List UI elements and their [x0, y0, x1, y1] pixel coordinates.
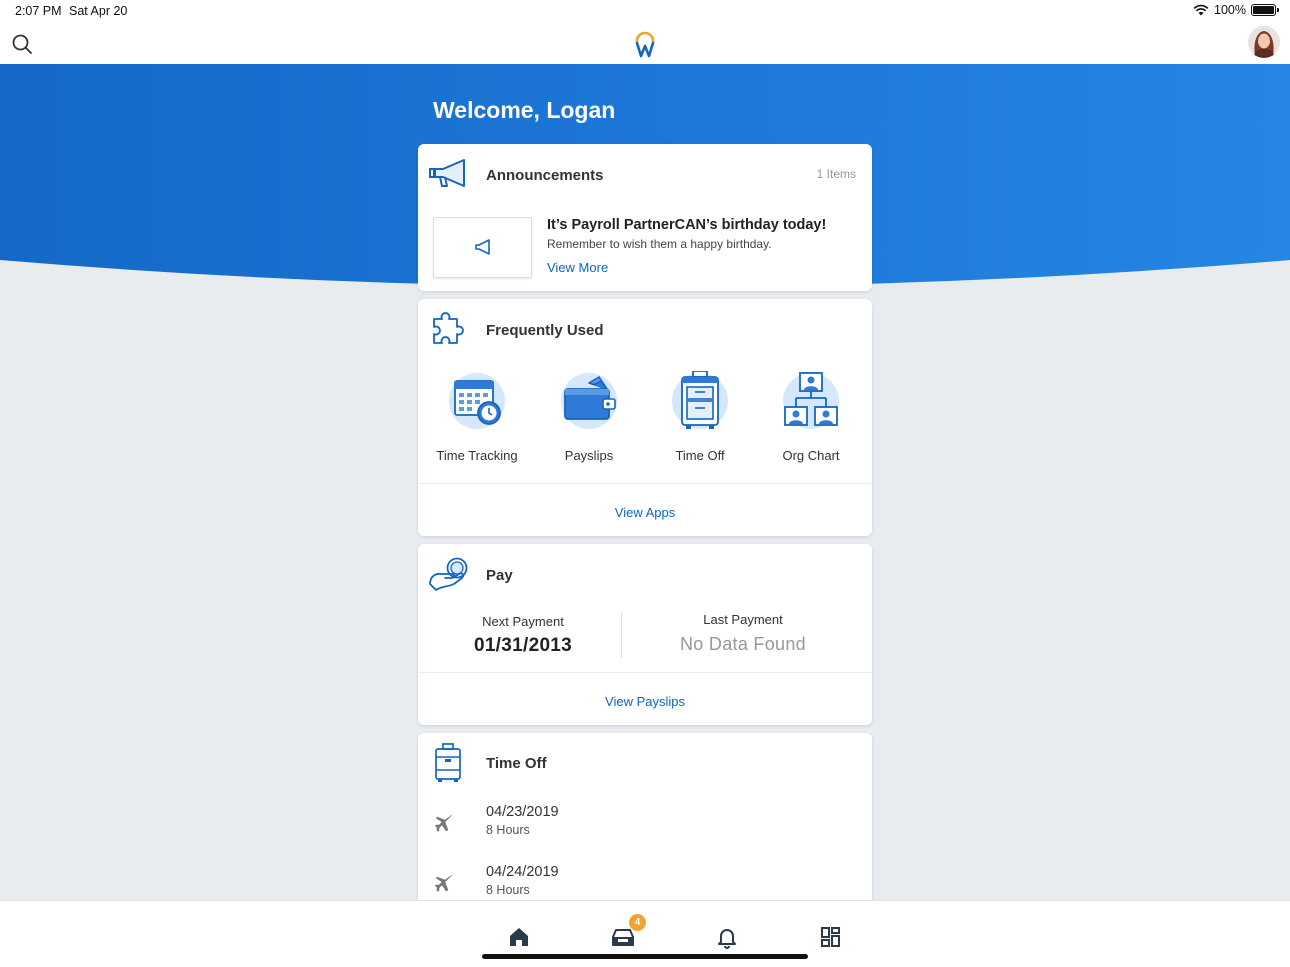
last-payment-label: Last Payment	[703, 612, 783, 627]
app-org-chart[interactable]: Org Chart	[756, 371, 866, 463]
announcements-card: Announcements 1 Items It’s Payroll Partn…	[418, 144, 872, 291]
last-payment-value: No Data Found	[680, 634, 806, 654]
battery-icon	[1251, 4, 1279, 16]
last-payment[interactable]: Last Payment No Data Found	[641, 612, 845, 655]
status-time: 2:07 PM	[15, 4, 62, 18]
apps-grid-icon[interactable]	[819, 925, 843, 949]
puzzle-icon	[433, 312, 464, 344]
time-off-date: 04/23/2019	[486, 804, 559, 820]
card-divider	[418, 483, 872, 484]
next-payment-label: Next Payment	[482, 614, 564, 629]
app-label: Time Off	[675, 448, 725, 463]
pay-hand-coin-icon	[429, 557, 468, 591]
time-tracking-icon	[449, 373, 505, 429]
airplane-icon	[434, 874, 453, 892]
pay-separator	[621, 612, 622, 658]
announcement-body: Remember to wish them a happy birthday.	[547, 237, 772, 251]
battery-percent: 100%	[1214, 3, 1246, 17]
frequently-used-title: Frequently Used	[486, 322, 604, 339]
status-bar: 2:07 PM Sat Apr 20 100%	[0, 0, 1290, 24]
home-icon[interactable]	[507, 925, 531, 949]
pay-card: Pay Next Payment 01/31/2013 Last Payment…	[418, 544, 872, 725]
next-payment-value: 01/31/2013	[473, 635, 573, 656]
wallet-icon	[561, 373, 617, 429]
airplane-icon	[434, 814, 453, 832]
megaphone-small-icon	[475, 239, 490, 255]
suitcase-outline-icon	[435, 743, 461, 782]
app-label: Payslips	[564, 448, 614, 463]
announcement-headline[interactable]: It’s Payroll PartnerCAN’s birthday today…	[547, 217, 826, 233]
user-avatar[interactable]	[1248, 26, 1280, 58]
view-more-link[interactable]: View More	[547, 260, 608, 275]
time-off-date: 04/24/2019	[486, 864, 559, 880]
welcome-heading: Welcome, Logan	[433, 97, 616, 123]
time-off-hours: 8 Hours	[486, 883, 530, 897]
announcements-title: Announcements	[486, 167, 604, 184]
card-divider	[418, 672, 872, 673]
suitcase-icon	[672, 371, 728, 429]
announcements-count: 1 Items	[816, 167, 856, 181]
frequently-used-card: Frequently Used Time Tracking Payslips T…	[418, 299, 872, 536]
workday-logo-icon	[635, 31, 655, 58]
status-right: 100%	[1193, 3, 1279, 17]
announcement-thumbnail[interactable]	[433, 217, 532, 278]
org-chart-icon	[783, 372, 839, 429]
apps-row: Time Tracking Payslips Time Off Org Char…	[418, 371, 872, 471]
app-label: Time Tracking	[436, 448, 518, 463]
app-time-tracking[interactable]: Time Tracking	[422, 371, 532, 463]
view-apps-link[interactable]: View Apps	[418, 505, 872, 520]
home-indicator[interactable]	[482, 954, 808, 959]
next-payment[interactable]: Next Payment 01/31/2013	[421, 614, 625, 657]
wifi-icon	[1193, 4, 1209, 16]
bell-icon[interactable]	[715, 925, 739, 949]
app-label: Org Chart	[782, 448, 840, 463]
app-time-off[interactable]: Time Off	[645, 371, 755, 463]
top-nav	[0, 24, 1290, 64]
inbox-badge: 4	[629, 914, 646, 931]
app-payslips[interactable]: Payslips	[534, 371, 644, 463]
status-date: Sat Apr 20	[69, 4, 128, 18]
time-off-hours: 8 Hours	[486, 823, 530, 837]
view-payslips-link[interactable]: View Payslips	[418, 694, 872, 709]
pay-title: Pay	[486, 567, 513, 584]
time-off-title: Time Off	[486, 755, 547, 772]
megaphone-icon	[429, 159, 465, 187]
search-icon[interactable]	[11, 33, 33, 55]
